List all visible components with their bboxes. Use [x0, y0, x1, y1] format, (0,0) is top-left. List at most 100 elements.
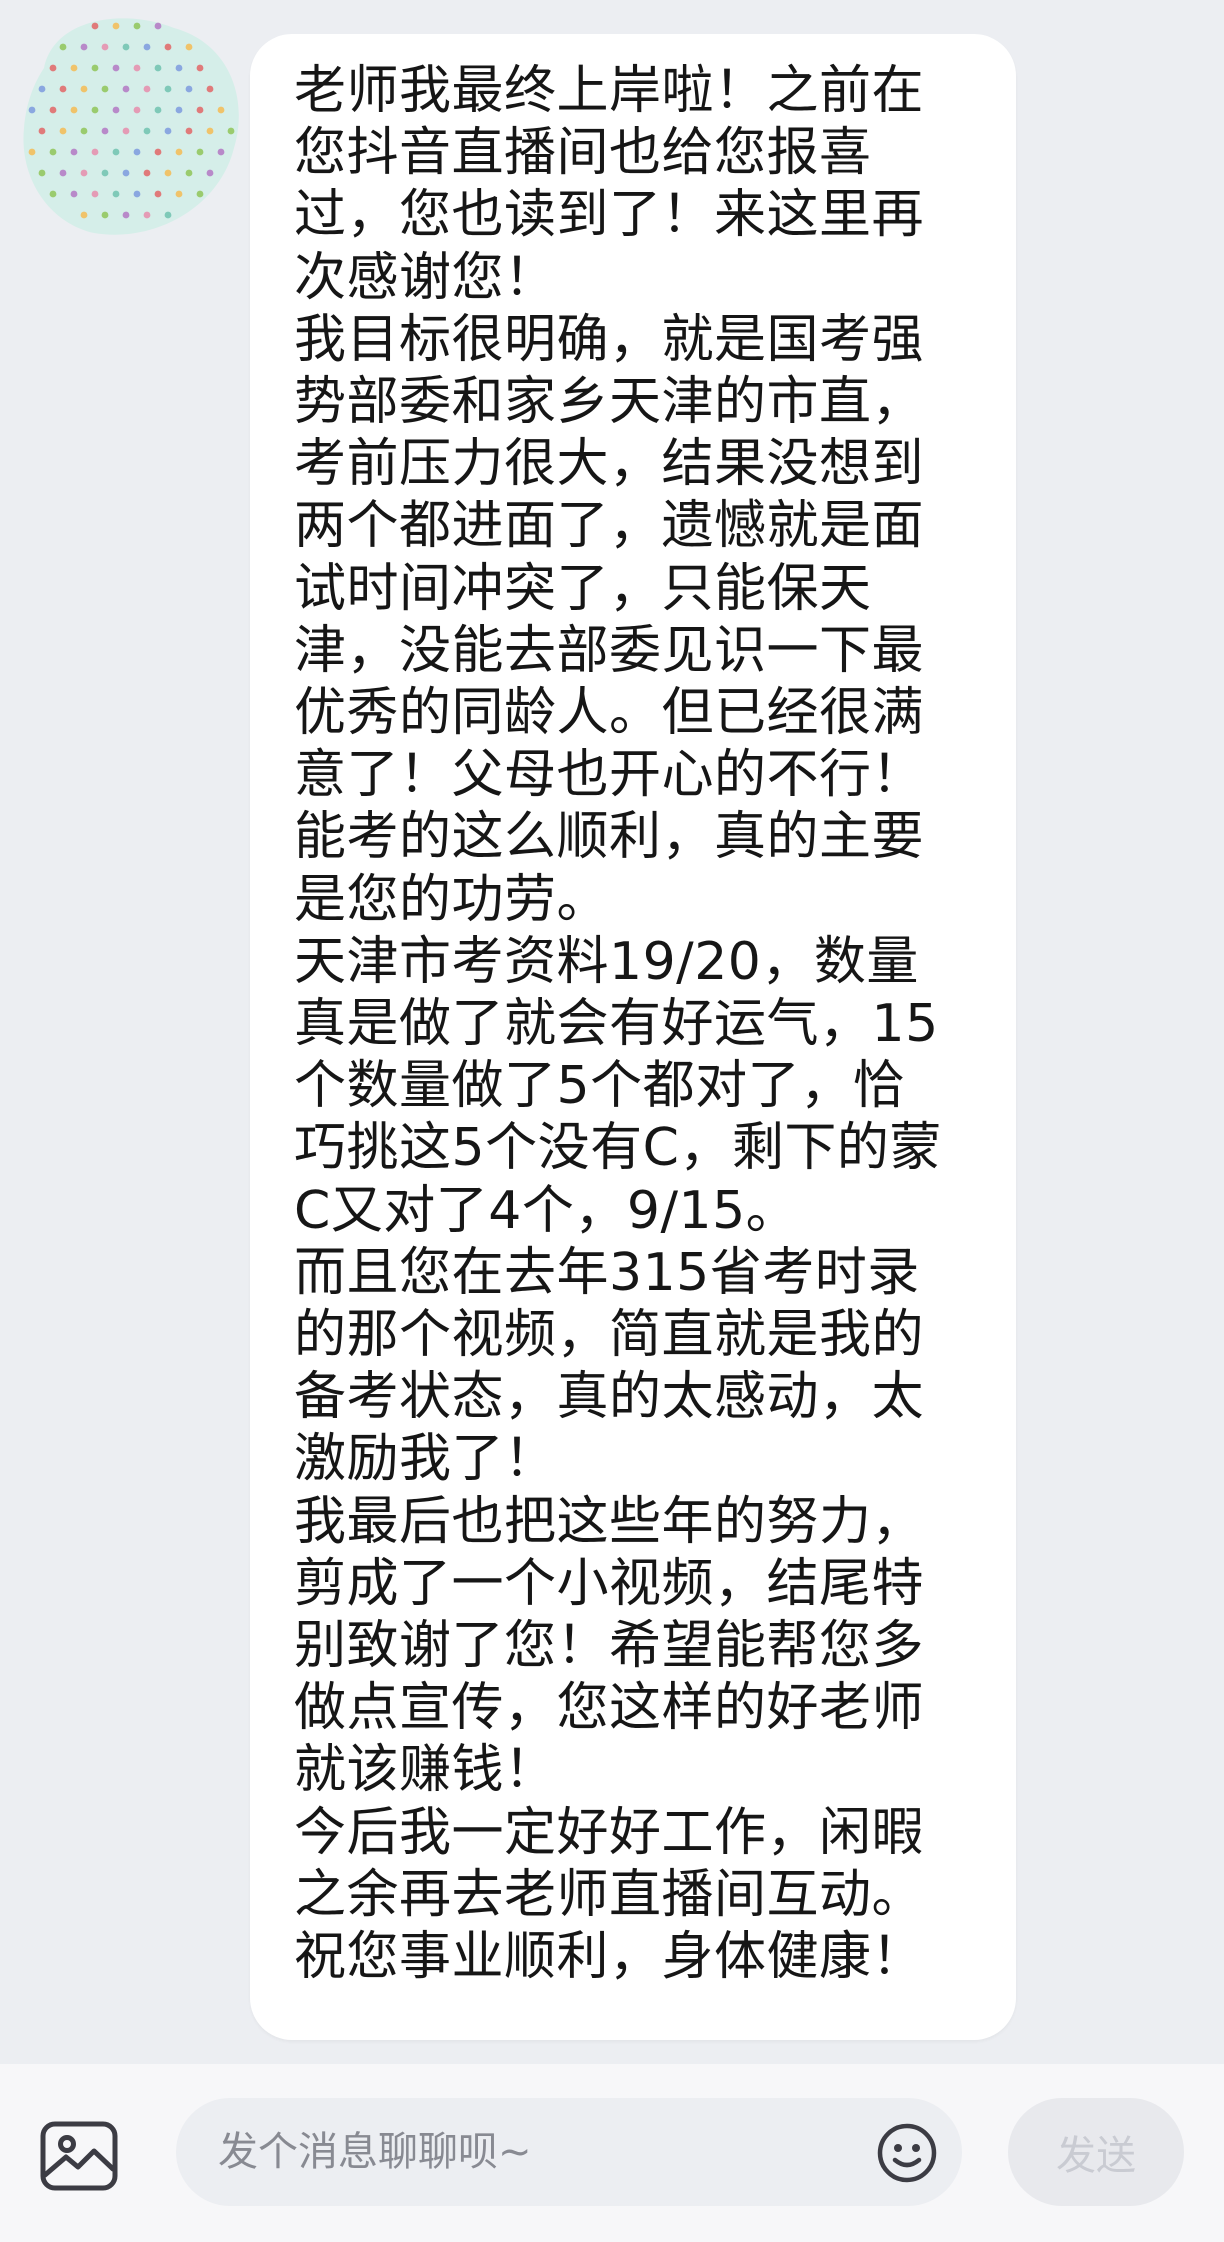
avatar-dot: [164, 43, 172, 51]
avatar-dot: [154, 148, 162, 156]
message-line: 老师我最终上岸啦！之前在: [294, 61, 925, 121]
avatar-dot: [185, 43, 193, 51]
avatar-dot: [122, 169, 130, 177]
avatar-dot: [164, 211, 172, 219]
avatar-dot: [217, 106, 225, 114]
image-icon: [40, 2121, 118, 2191]
avatar-dot: [133, 148, 141, 156]
avatar-dot: [70, 148, 78, 156]
avatar-dot: [154, 106, 162, 114]
avatar-dot: [80, 169, 88, 177]
message-line: 激励我了！: [294, 1429, 557, 1490]
avatar-dot: [28, 148, 36, 156]
avatar-dot: [175, 148, 183, 156]
avatar-dot: [154, 22, 162, 30]
message-line: 今后我一定好好工作，闲暇: [294, 1802, 925, 1863]
avatar-dot: [80, 211, 88, 219]
avatar-dots-image: [23, 18, 239, 235]
avatar-dot: [143, 211, 151, 219]
avatar-dot: [112, 64, 120, 72]
avatar-dot: [175, 64, 183, 72]
avatar-dot: [38, 169, 46, 177]
sender-avatar[interactable]: [14, 8, 246, 240]
avatar-dot: [122, 211, 130, 219]
avatar-dot: [28, 106, 36, 114]
avatar-dot: [143, 85, 151, 93]
message-line: 真是做了就会有好运气，15: [294, 994, 939, 1055]
send-button[interactable]: 发送: [1008, 2098, 1184, 2206]
input-bar: 发送: [0, 2064, 1224, 2242]
image-picker-button[interactable]: [38, 2119, 120, 2193]
avatar-dot: [49, 64, 57, 72]
message-line: 天津市考资料19/20，数量: [294, 931, 919, 992]
avatar-dot: [91, 148, 99, 156]
avatar-dot: [80, 85, 88, 93]
avatar-dot: [101, 85, 109, 93]
avatar-dot: [91, 106, 99, 114]
avatar-dot: [59, 127, 67, 135]
avatar-dot: [49, 106, 57, 114]
avatar-dot: [101, 127, 109, 135]
message-line: 过，您也读到了！来这里再: [294, 185, 925, 246]
message-line: 祝您事业顺利，身体健康！: [294, 1927, 925, 1988]
avatar-dot: [206, 169, 214, 177]
avatar-dot: [101, 211, 109, 219]
avatar-dot: [59, 169, 67, 177]
avatar-dot: [101, 43, 109, 51]
avatar-dot: [154, 64, 162, 72]
avatar-dot: [164, 127, 172, 135]
avatar-dot: [59, 43, 67, 51]
message-line: 巧挑这5个没有C，剩下的蒙: [294, 1118, 942, 1179]
avatar-dot: [112, 22, 120, 30]
avatar-dot: [206, 127, 214, 135]
message-line: 能考的这么顺利，真的主要: [294, 807, 925, 868]
message-line: 做点宣传，您这样的好老师: [294, 1678, 925, 1739]
message-line: 个数量做了5个都对了，恰: [294, 1056, 906, 1117]
message-line: 别致谢了您！希望能帮您多: [294, 1616, 925, 1677]
avatar-dot: [196, 64, 204, 72]
avatar-dot: [133, 22, 141, 30]
message-input[interactable]: [218, 2098, 818, 2206]
message-line: 我最后也把这些年的努力，: [294, 1491, 925, 1552]
avatar-dot: [217, 148, 225, 156]
avatar-dot: [143, 127, 151, 135]
avatar-dot: [80, 127, 88, 135]
avatar-dot: [70, 64, 78, 72]
avatar-dot: [185, 127, 193, 135]
avatar-dot: [122, 85, 130, 93]
message-input-field[interactable]: [176, 2098, 962, 2206]
message-text: 老师我最终上岸啦！之前在 您抖音直播间也给您报喜 过，您也读到了！来这里再 次感…: [294, 60, 984, 1988]
avatar-dot: [196, 148, 204, 156]
message-line: 津，没能去部委见识一下最: [294, 620, 925, 681]
message-line: 优秀的同龄人。但已经很满: [294, 683, 925, 744]
avatar-dot: [70, 190, 78, 198]
message-line: 而且您在去年315省考时录: [294, 1242, 920, 1303]
avatar-dot: [175, 190, 183, 198]
avatar-dot: [122, 127, 130, 135]
emoji-button[interactable]: [876, 2122, 938, 2184]
avatar-dot: [196, 190, 204, 198]
avatar-dot: [133, 190, 141, 198]
message-line: 试时间冲突了，只能保天: [294, 558, 872, 619]
message-line: 备考状态，真的太感动，太: [294, 1367, 925, 1428]
message-line: 就该赚钱！: [294, 1740, 557, 1801]
emoji-icon: [877, 2123, 937, 2183]
avatar-background: [23, 18, 239, 235]
avatar-dot: [91, 64, 99, 72]
message-line: 之余再去老师直播间互动。: [294, 1864, 925, 1925]
avatar-dot: [164, 169, 172, 177]
message-line: C又对了4个，9/15。: [294, 1180, 799, 1241]
avatar-dot: [185, 85, 193, 93]
message-line: 势部委和家乡天津的市直，: [294, 372, 925, 433]
message-line: 是您的功劳。: [294, 869, 610, 930]
avatar-dot: [143, 169, 151, 177]
avatar-dot: [143, 43, 151, 51]
message-line: 意了！父母也开心的不行！: [294, 745, 925, 806]
avatar-dot: [185, 169, 193, 177]
avatar-dot: [122, 43, 130, 51]
avatar-dot: [133, 64, 141, 72]
avatar-dot: [112, 190, 120, 198]
message-line: 考前压力很大，结果没想到: [294, 434, 925, 495]
message-line: 的那个视频，简直就是我的: [294, 1305, 925, 1366]
avatar-dot: [91, 190, 99, 198]
